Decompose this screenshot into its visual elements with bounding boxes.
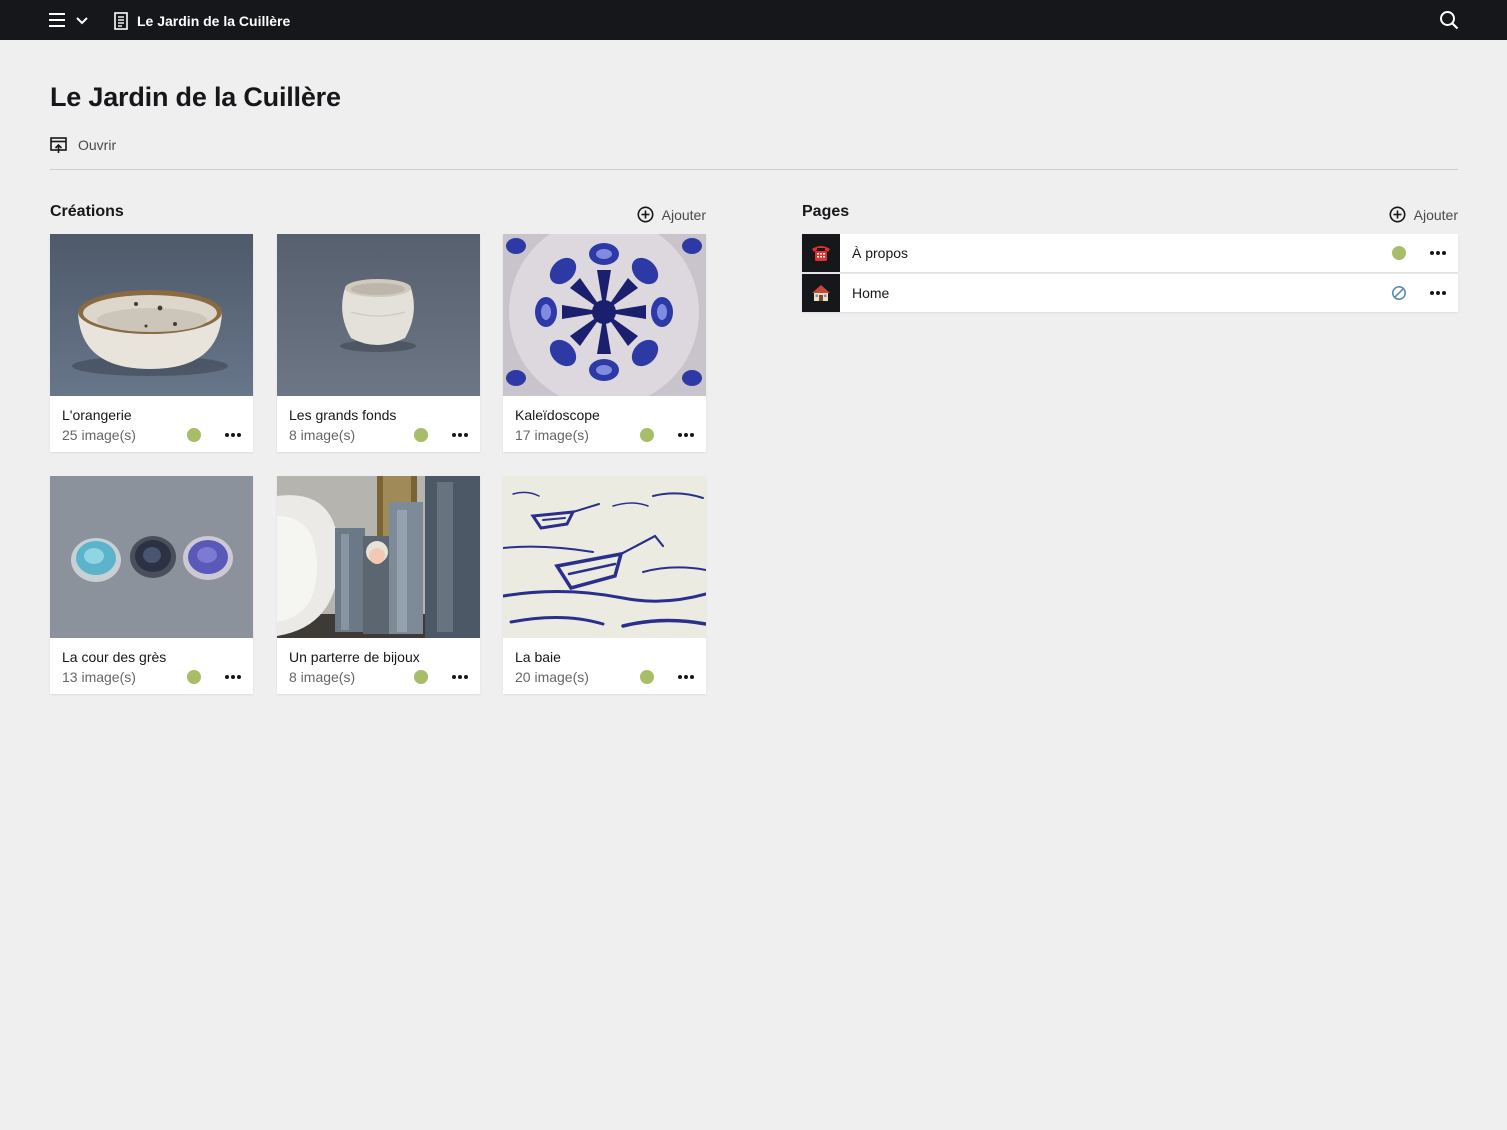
creation-thumbnail[interactable]	[503, 476, 706, 638]
page-label: Home	[852, 285, 890, 301]
creation-thumbnail[interactable]	[503, 234, 706, 396]
creation-title[interactable]: Les grands fonds	[289, 407, 396, 423]
creation-thumbnail[interactable]	[277, 476, 480, 638]
creation-card: Un parterre de bijoux 8 image(s)	[277, 476, 480, 694]
more-options-icon[interactable]	[450, 428, 470, 442]
page-label: À propos	[852, 245, 909, 261]
creation-card: La baie 20 image(s)	[503, 476, 706, 694]
more-options-icon[interactable]	[223, 428, 243, 442]
creation-image-count: 20 image(s)	[515, 669, 589, 685]
creation-title[interactable]: L'orangerie	[62, 407, 132, 423]
page-title: Le Jardin de la Cuillère	[50, 82, 341, 112]
creation-image-count: 8 image(s)	[289, 669, 356, 685]
published-status-icon[interactable]	[414, 428, 428, 442]
add-creation-label: Ajouter	[661, 206, 706, 223]
more-options-icon[interactable]	[1428, 246, 1448, 260]
site-switcher[interactable]: Le Jardin de la Cuillère	[114, 11, 290, 31]
open-button-label: Ouvrir	[78, 137, 117, 153]
add-creation-button[interactable]: Ajouter	[637, 206, 706, 223]
creation-thumbnail[interactable]	[50, 234, 253, 396]
telephone-icon	[802, 234, 840, 272]
document-icon	[114, 12, 128, 30]
creation-title[interactable]: La cour des grès	[62, 649, 166, 665]
more-options-icon[interactable]	[676, 428, 696, 442]
published-status-icon[interactable]	[187, 428, 201, 442]
more-options-icon[interactable]	[450, 670, 470, 684]
creations-section-title: Créations	[50, 203, 124, 220]
creation-thumbnail[interactable]	[50, 476, 253, 638]
page-row[interactable]: À propos	[802, 234, 1458, 272]
creation-image-count: 8 image(s)	[289, 427, 356, 443]
site-title: Le Jardin de la Cuillère	[137, 13, 291, 29]
creation-image-count: 13 image(s)	[62, 669, 136, 685]
creation-title[interactable]: La baie	[515, 649, 561, 665]
creations-section-header: Créations Ajouter	[50, 202, 706, 226]
more-options-icon[interactable]	[676, 670, 696, 684]
creation-card: Les grands fonds 8 image(s)	[277, 234, 480, 452]
add-circle-icon	[637, 206, 654, 223]
published-status-icon[interactable]	[187, 670, 201, 684]
draft-status-icon[interactable]	[1391, 285, 1407, 301]
pages-section-header: Pages Ajouter	[802, 202, 1458, 226]
add-circle-icon	[1389, 206, 1406, 223]
creation-title[interactable]: Un parterre de bijoux	[289, 649, 420, 665]
creation-image-count: 25 image(s)	[62, 427, 136, 443]
creation-image-count: 17 image(s)	[515, 427, 589, 443]
page-row[interactable]: Home	[802, 274, 1458, 312]
search-icon[interactable]	[1439, 10, 1459, 30]
topbar: Le Jardin de la Cuillère	[0, 0, 1507, 40]
open-in-browser-icon	[50, 136, 67, 153]
add-page-button[interactable]: Ajouter	[1389, 206, 1458, 223]
header-divider	[50, 169, 1458, 170]
creation-title[interactable]: Kaleïdoscope	[515, 407, 600, 423]
creation-card: Kaleïdoscope 17 image(s)	[503, 234, 706, 452]
published-status-icon[interactable]	[1392, 246, 1406, 260]
creation-card: La cour des grès 13 image(s)	[50, 476, 253, 694]
open-button[interactable]: Ouvrir	[50, 135, 116, 155]
published-status-icon[interactable]	[640, 428, 654, 442]
more-options-icon[interactable]	[1428, 286, 1448, 300]
creation-thumbnail[interactable]	[277, 234, 480, 396]
add-page-label: Ajouter	[1413, 206, 1458, 223]
published-status-icon[interactable]	[414, 670, 428, 684]
pages-section-title: Pages	[802, 203, 850, 220]
creation-card: L'orangerie 25 image(s)	[50, 234, 253, 452]
hamburger-menu-icon[interactable]	[48, 12, 68, 28]
house-icon	[802, 274, 840, 312]
published-status-icon[interactable]	[640, 670, 654, 684]
more-options-icon[interactable]	[223, 670, 243, 684]
chevron-down-icon[interactable]	[75, 13, 89, 27]
